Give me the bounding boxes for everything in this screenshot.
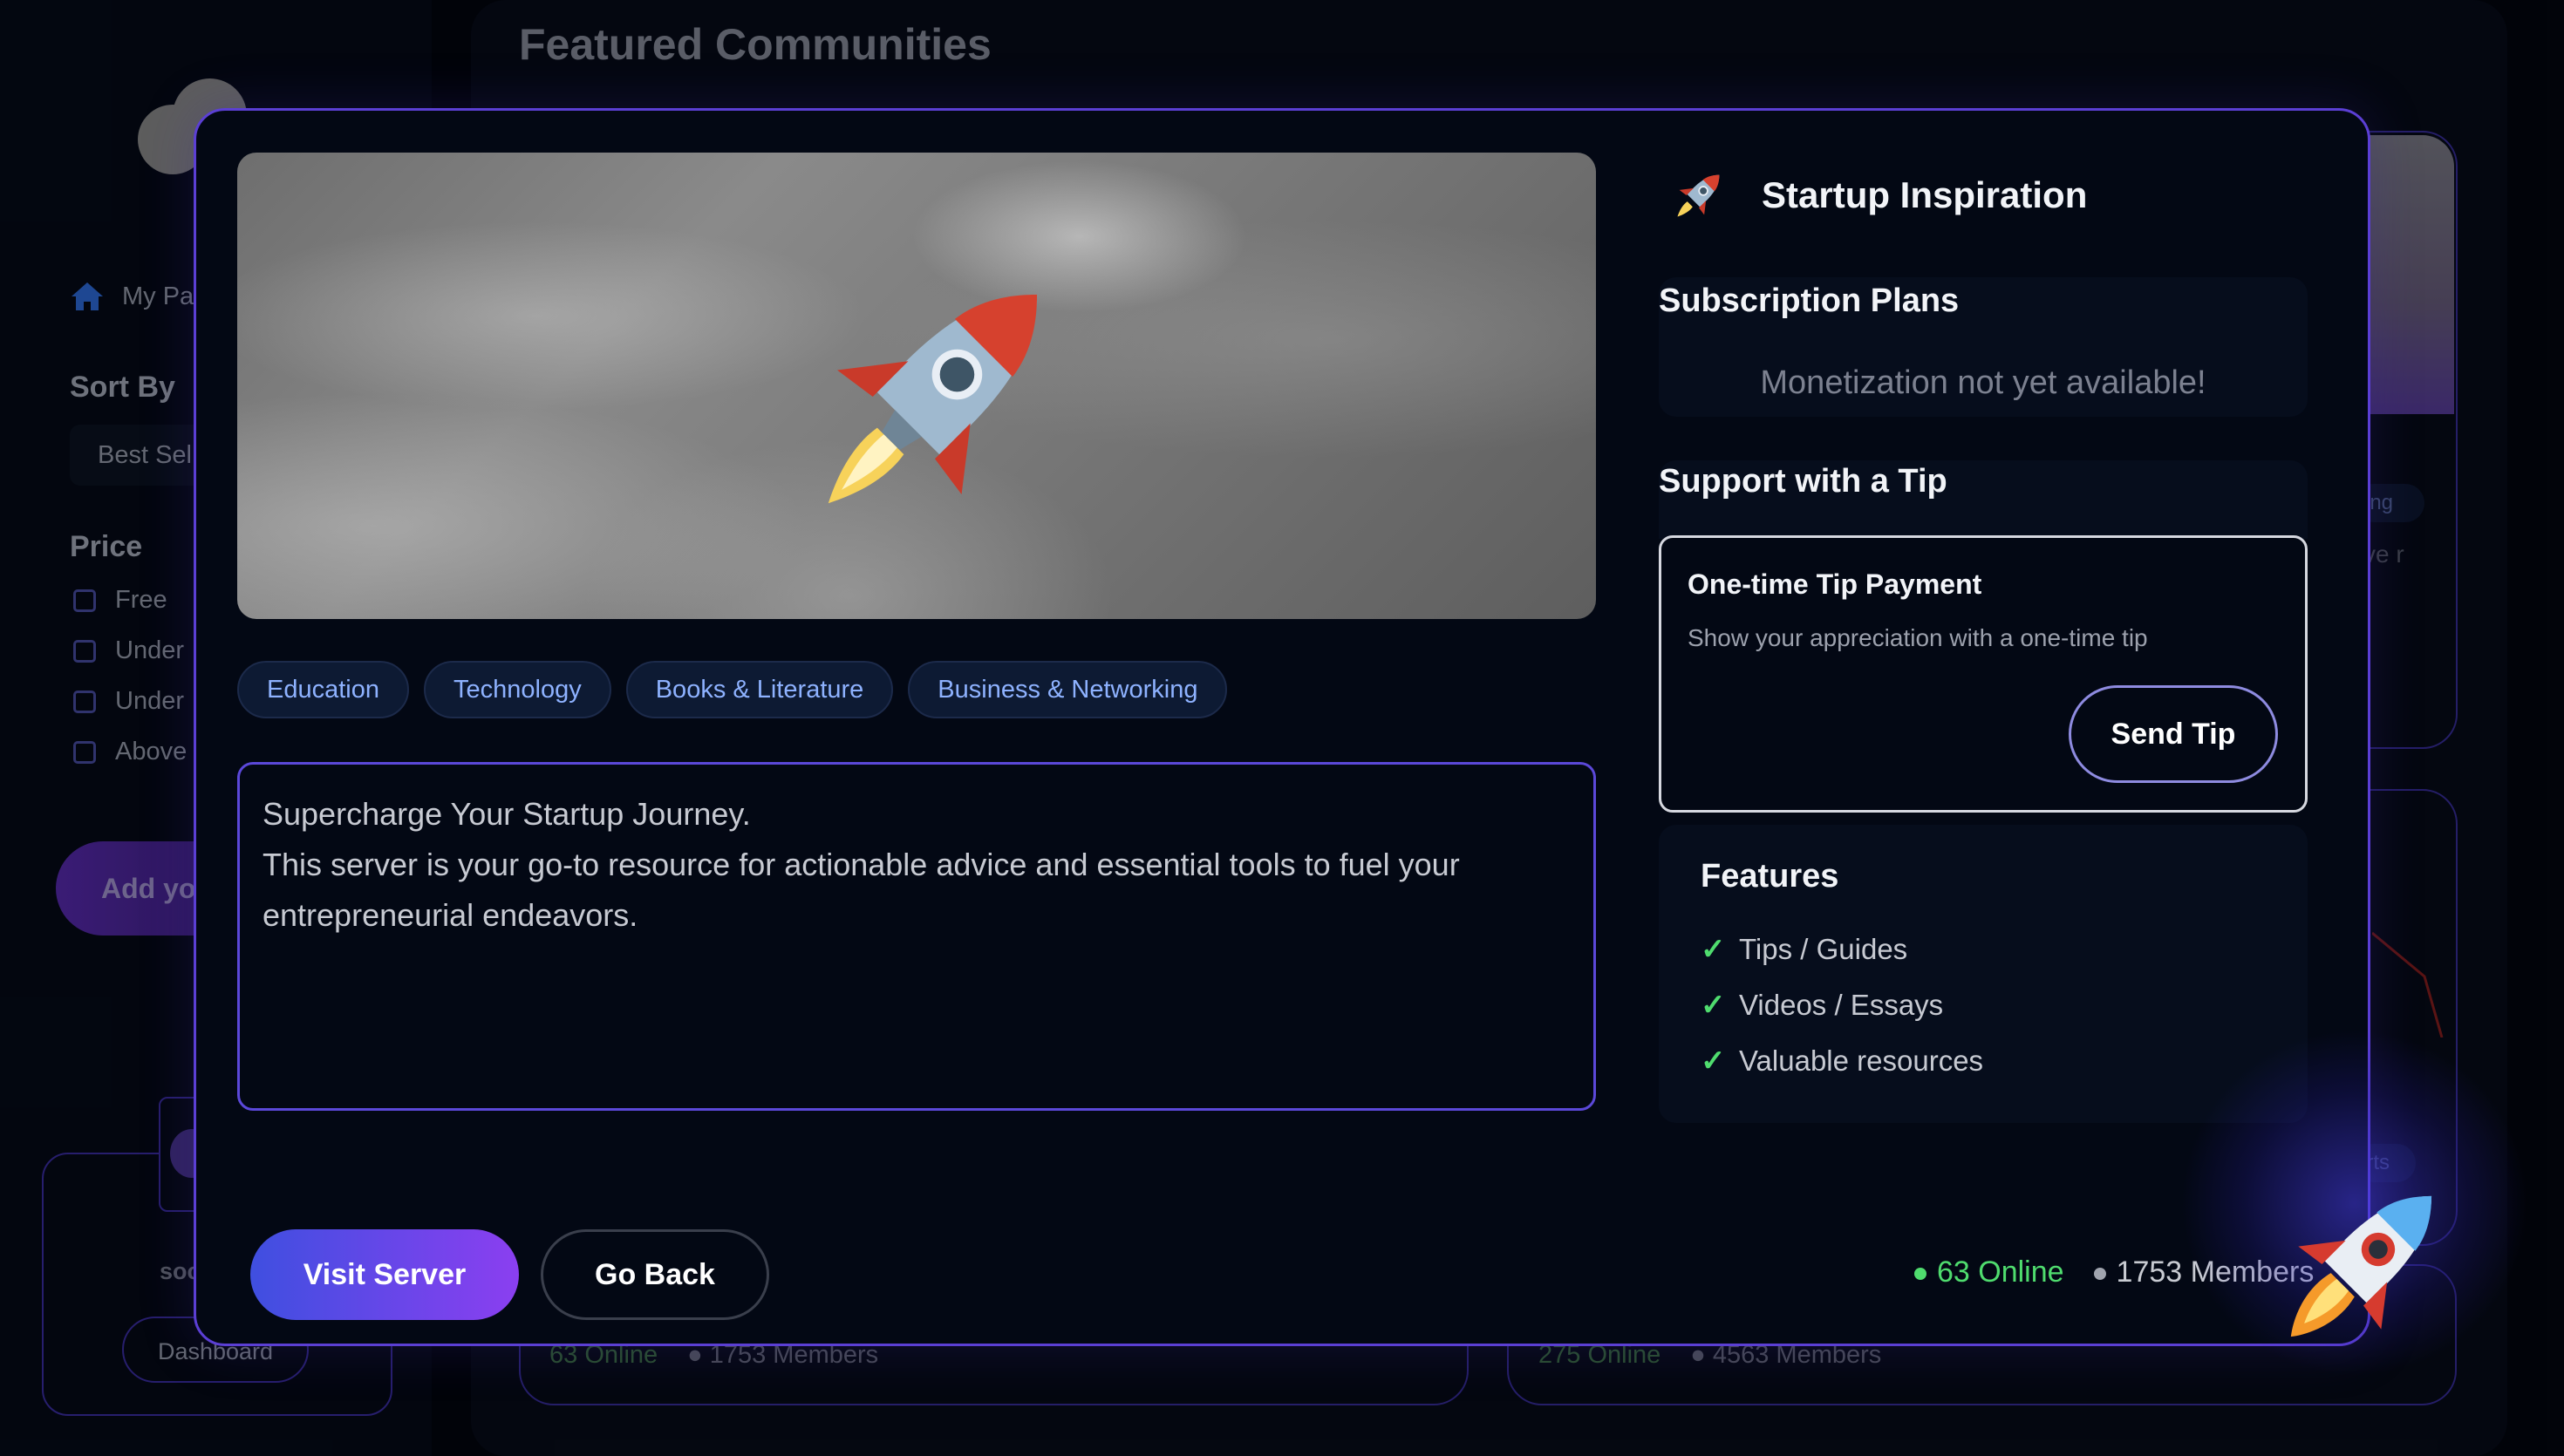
check-icon: ✓ [1701,933,1726,966]
tag-list: Education Technology Books & Literature … [237,661,1228,718]
tip-section-title: Support with a Tip [1659,463,1947,500]
tag-education[interactable]: Education [237,661,409,718]
send-tip-button[interactable]: Send Tip [2069,685,2278,783]
rocket-icon [2290,1195,2432,1337]
go-back-button[interactable]: Go Back [541,1229,769,1320]
feature-item: ✓ Valuable resources [1701,1044,1984,1078]
feature-item: ✓ Tips / Guides [1701,933,1908,966]
rocket-icon [1677,174,1720,217]
subscription-title: Subscription Plans [1659,282,1960,319]
community-header: Startup Inspiration [1667,164,2087,227]
online-count: 63 Online [1914,1255,2064,1289]
description-body: This server is your go-to resource for a… [263,847,1460,933]
tip-card-subtitle: Show your appreciation with a one-time t… [1688,624,2148,651]
subscription-message: Monetization not yet available! [1760,364,2206,401]
description-headline: Supercharge Your Startup Journey. [263,796,751,832]
community-banner [237,153,1596,619]
community-name: Startup Inspiration [1762,174,2088,215]
description-box: Supercharge Your Startup Journey. This s… [237,762,1596,1111]
rocket-icon [828,294,1038,504]
visit-server-button[interactable]: Visit Server [250,1229,519,1320]
tag-books-literature[interactable]: Books & Literature [625,661,894,718]
check-icon: ✓ [1701,989,1726,1022]
tag-business-networking[interactable]: Business & Networking [908,661,1228,718]
check-icon: ✓ [1701,1044,1726,1078]
tip-card-title: One-time Tip Payment [1688,568,1982,600]
tag-technology[interactable]: Technology [424,661,611,718]
feature-item: ✓ Videos / Essays [1701,989,1944,1022]
features-title: Features [1701,858,1839,895]
